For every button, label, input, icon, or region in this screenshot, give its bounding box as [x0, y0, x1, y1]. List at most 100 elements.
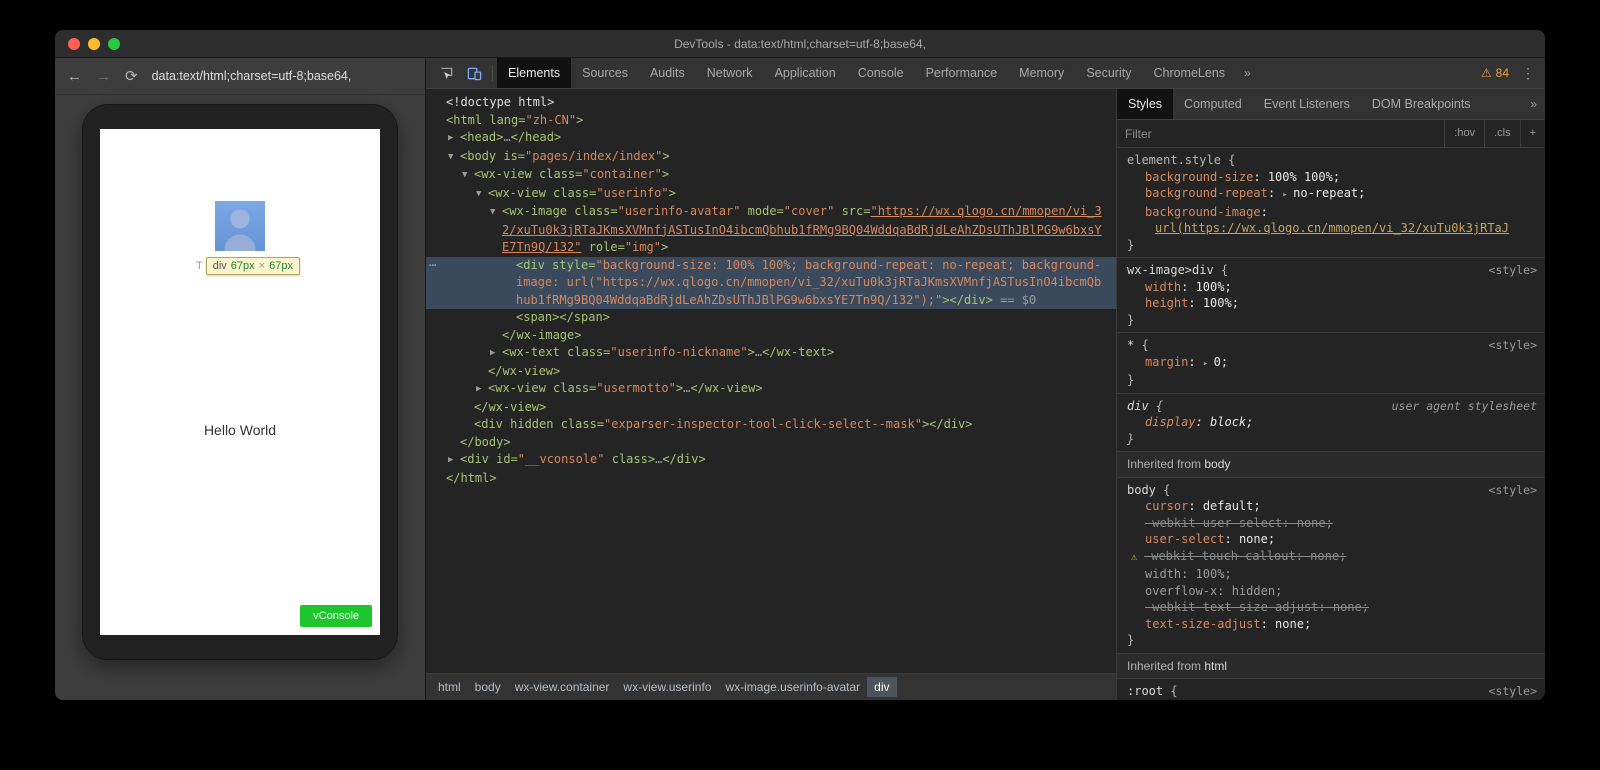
filter-input[interactable]: Filter: [1125, 127, 1444, 141]
css-property[interactable]: margin: ▸ 0;: [1127, 354, 1541, 373]
expand-value-icon[interactable]: ▸: [1282, 190, 1293, 200]
expand-arrow-icon[interactable]: ▼: [476, 186, 488, 204]
expand-arrow-icon[interactable]: ▶: [448, 130, 460, 148]
css-property[interactable]: background-size: 100% 100%;: [1127, 169, 1541, 186]
tab-computed[interactable]: Computed: [1173, 89, 1253, 119]
new-style-rule-button[interactable]: +: [1520, 120, 1545, 147]
breadcrumb-item[interactable]: body: [468, 677, 508, 697]
inherited-node-link[interactable]: body: [1204, 457, 1230, 471]
css-property[interactable]: height: 100%;: [1127, 295, 1541, 312]
expand-value-icon[interactable]: ▸: [1203, 359, 1214, 369]
css-selector[interactable]: div: [1127, 399, 1149, 413]
devtools-menu-icon[interactable]: ⋮: [1521, 65, 1535, 82]
css-property[interactable]: --safe-area-inset-top: env(safe-area-ins…: [1127, 700, 1541, 701]
tree-node[interactable]: ▼<wx-view class="userinfo">: [426, 185, 1116, 204]
address-url[interactable]: data:text/html;charset=utf-8;base64,: [152, 69, 352, 83]
tree-node[interactable]: <html lang="zh-CN">: [426, 112, 1116, 130]
tab-network[interactable]: Network: [696, 58, 764, 88]
tree-node[interactable]: </body>: [426, 434, 1116, 452]
tree-node[interactable]: <div hidden class="exparser-inspector-to…: [426, 416, 1116, 434]
back-icon[interactable]: ←: [67, 69, 82, 84]
tab-security[interactable]: Security: [1075, 58, 1142, 88]
device-toolbar-icon[interactable]: [460, 66, 488, 81]
tree-node[interactable]: </html>: [426, 470, 1116, 488]
reload-icon[interactable]: ⟳: [125, 69, 138, 84]
css-selector[interactable]: body: [1127, 483, 1156, 497]
css-property[interactable]: background-repeat: ▸ no-repeat;: [1127, 185, 1541, 204]
tab-styles[interactable]: Styles: [1117, 89, 1173, 119]
expand-arrow-icon[interactable]: ▶: [490, 345, 502, 363]
tree-node[interactable]: ▼<wx-view class="container">: [426, 166, 1116, 185]
tree-node[interactable]: <span></span>: [426, 309, 1116, 327]
css-property[interactable]: cursor: default;: [1127, 498, 1541, 515]
stylesheet-source-link[interactable]: <style>: [1489, 482, 1541, 499]
css-property[interactable]: -webkit-user-select: none;: [1127, 515, 1541, 532]
tab-chromelens[interactable]: ChromeLens: [1142, 58, 1236, 88]
breadcrumb-item[interactable]: wx-view.container: [508, 677, 617, 697]
tab-dom-breakpoints[interactable]: DOM Breakpoints: [1361, 89, 1482, 119]
css-rule-header: element.style {: [1127, 152, 1541, 169]
hov-toggle-button[interactable]: :hov: [1444, 120, 1484, 147]
tree-node[interactable]: ⋯<div style="background-size: 100% 100%;…: [426, 257, 1116, 310]
css-property-value: 100% 100%: [1268, 170, 1333, 184]
css-property[interactable]: text-size-adjust: none;: [1127, 616, 1541, 633]
breadcrumb-item[interactable]: wx-view.userinfo: [616, 677, 718, 697]
breadcrumb-item[interactable]: html: [431, 677, 468, 697]
stylesheet-source-link[interactable]: <style>: [1489, 262, 1541, 279]
css-selector[interactable]: element.style: [1127, 153, 1221, 167]
css-property[interactable]: ⚠-webkit-touch-callout: none;: [1127, 548, 1541, 567]
expand-arrow-icon[interactable]: ▶: [448, 452, 460, 470]
cls-toggle-button[interactable]: .cls: [1484, 120, 1520, 147]
tab-console[interactable]: Console: [847, 58, 915, 88]
expand-arrow-icon[interactable]: ▼: [490, 204, 502, 222]
tree-node[interactable]: ▼<wx-image class="userinfo-avatar" mode=…: [426, 203, 1116, 257]
tree-node[interactable]: </wx-image>: [426, 327, 1116, 345]
vconsole-button[interactable]: vConsole: [300, 605, 372, 627]
expand-arrow-icon[interactable]: ▼: [462, 167, 474, 185]
close-window-button[interactable]: [68, 38, 80, 50]
css-selector[interactable]: wx-image>div: [1127, 263, 1214, 277]
tree-node[interactable]: ▶<wx-text class="userinfo-nickname">…</w…: [426, 344, 1116, 363]
tree-node[interactable]: ▼<body is="pages/index/index">: [426, 148, 1116, 167]
minimize-window-button[interactable]: [88, 38, 100, 50]
styles-more-tabs-icon[interactable]: »: [1522, 97, 1545, 111]
tab-performance[interactable]: Performance: [915, 58, 1009, 88]
tab-audits[interactable]: Audits: [639, 58, 696, 88]
css-property[interactable]: width: 100%;: [1127, 566, 1541, 583]
tree-node[interactable]: ▶<head>…</head>: [426, 129, 1116, 148]
tree-node[interactable]: ▶<div id="__vconsole" class>…</div>: [426, 451, 1116, 470]
stylesheet-source-link[interactable]: user agent stylesheet: [1392, 398, 1541, 415]
node-menu-dots-icon[interactable]: ⋯: [429, 257, 436, 275]
forward-icon[interactable]: →: [96, 69, 111, 84]
tree-node[interactable]: </wx-view>: [426, 363, 1116, 381]
tab-elements[interactable]: Elements: [497, 58, 571, 88]
zoom-window-button[interactable]: [108, 38, 120, 50]
breadcrumb-item[interactable]: wx-image.userinfo-avatar: [718, 677, 867, 697]
inspect-element-icon[interactable]: [432, 66, 460, 81]
css-property[interactable]: user-select: none;: [1127, 531, 1541, 548]
css-property[interactable]: -webkit-text-size-adjust: none;: [1127, 599, 1541, 616]
tab-sources[interactable]: Sources: [571, 58, 639, 88]
issues-badge[interactable]: ⚠ 84: [1481, 66, 1509, 80]
css-property[interactable]: display: block;: [1127, 414, 1541, 431]
user-avatar-image[interactable]: [215, 201, 265, 251]
tab-application[interactable]: Application: [764, 58, 847, 88]
css-property[interactable]: width: 100%;: [1127, 279, 1541, 296]
code-token: <div hidden class=: [474, 417, 604, 431]
css-url-link[interactable]: url(https://wx.qlogo.cn/mmopen/vi_32/xuT…: [1155, 221, 1509, 235]
css-property[interactable]: overflow-x: hidden;: [1127, 583, 1541, 600]
more-tabs-icon[interactable]: »: [1236, 66, 1259, 80]
expand-arrow-icon[interactable]: ▶: [476, 381, 488, 399]
css-selector[interactable]: :root: [1127, 684, 1163, 698]
tree-node[interactable]: <!doctype html>: [426, 94, 1116, 112]
stylesheet-source-link[interactable]: <style>: [1489, 337, 1541, 354]
tab-event-listeners[interactable]: Event Listeners: [1253, 89, 1361, 119]
expand-arrow-icon[interactable]: ▼: [448, 149, 460, 167]
css-property[interactable]: background-image: url(https://wx.qlogo.c…: [1127, 204, 1541, 237]
stylesheet-source-link[interactable]: <style>: [1489, 683, 1541, 700]
tab-memory[interactable]: Memory: [1008, 58, 1075, 88]
breadcrumb-item[interactable]: div: [867, 677, 896, 697]
tree-node[interactable]: </wx-view>: [426, 399, 1116, 417]
inherited-node-link[interactable]: html: [1204, 659, 1227, 673]
tree-node[interactable]: ▶<wx-view class="usermotto">…</wx-view>: [426, 380, 1116, 399]
